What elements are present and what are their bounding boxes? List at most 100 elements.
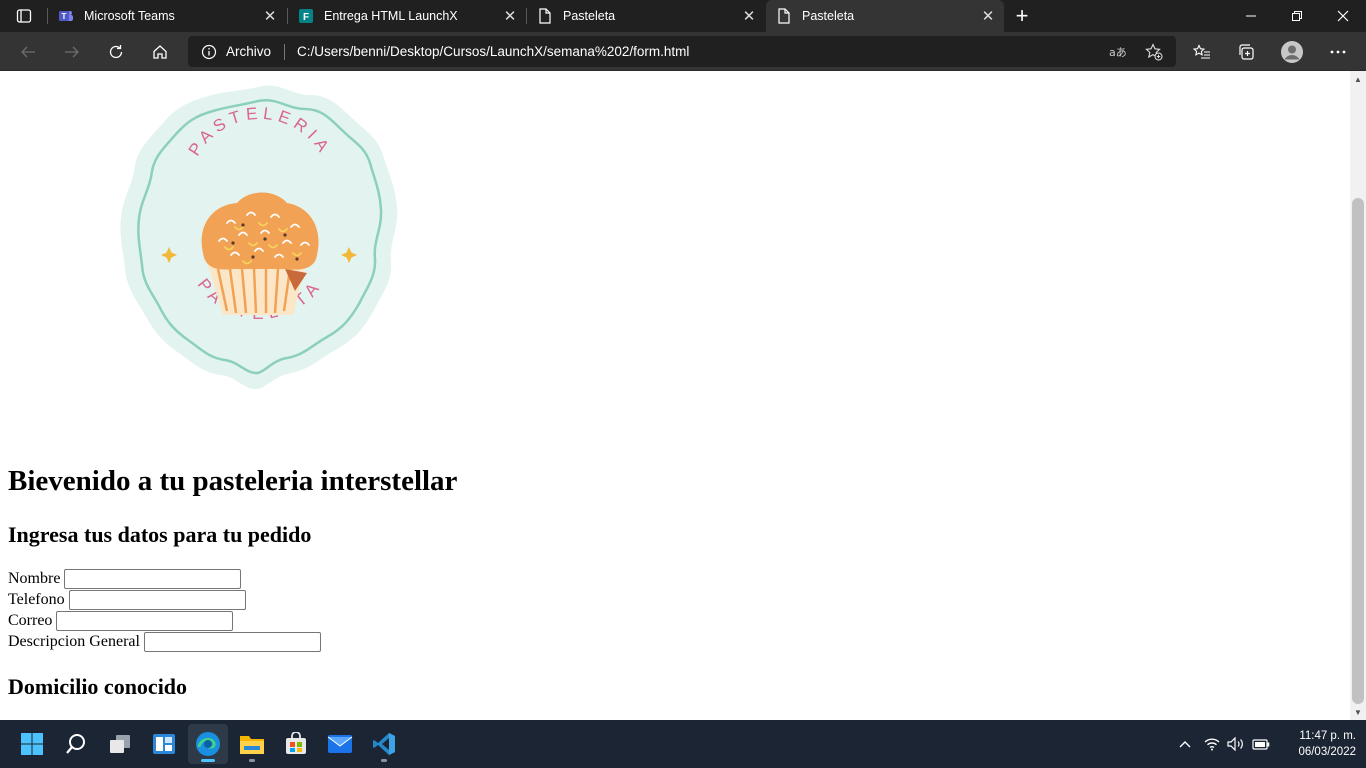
clock-date: 06/03/2022	[1298, 746, 1356, 758]
collections-button[interactable]	[1230, 36, 1262, 68]
home-icon	[153, 45, 167, 59]
more-icon	[1330, 50, 1346, 54]
page-title: Bievenido a tu pasteleria interstellar	[8, 465, 458, 497]
tab-entrega-html-launchx[interactable]: F Entrega HTML LaunchX ✕	[288, 0, 526, 32]
avatar	[1281, 41, 1303, 63]
nombre-input[interactable]	[64, 568, 242, 589]
wifi-button[interactable]	[1202, 720, 1222, 768]
scroll-up-icon[interactable]: ▲	[1350, 71, 1366, 87]
tab-label: Microsoft Teams	[84, 9, 175, 23]
store-icon	[286, 732, 306, 754]
search-button[interactable]	[56, 724, 96, 764]
address-separator	[284, 44, 285, 60]
mail-icon	[327, 735, 353, 753]
close-window-button[interactable]	[1320, 0, 1366, 32]
svg-text:F: F	[303, 12, 309, 23]
form-row-nombre: Nombre	[8, 568, 242, 589]
start-button[interactable]	[12, 724, 52, 764]
page-icon	[537, 8, 553, 24]
back-button[interactable]	[12, 36, 44, 68]
chevron-up-icon	[1179, 741, 1191, 748]
restore-button[interactable]	[1274, 0, 1320, 32]
tab-pasteleta[interactable]: Pasteleta ✕	[527, 0, 765, 32]
volume-icon	[1227, 737, 1243, 751]
address-section-heading: Domicilio conocido	[8, 674, 188, 699]
volume-button[interactable]	[1226, 720, 1246, 768]
taskbar: 11:47 p. m. 06/03/2022	[0, 720, 1366, 768]
form-row-descripcion: Descripcion General	[8, 631, 321, 652]
mail-button[interactable]	[320, 724, 360, 764]
address-bar[interactable]: Archivo C:/Users/benni/Desktop/Cursos/La…	[188, 36, 1176, 67]
form-row-telefono: Telefono	[8, 589, 246, 610]
teams-icon: T	[58, 8, 74, 24]
refresh-icon	[109, 45, 123, 59]
info-icon[interactable]	[200, 43, 218, 61]
forms-icon: F	[298, 8, 314, 24]
minimize-button[interactable]	[1228, 0, 1274, 32]
running-indicator	[249, 759, 255, 762]
field-label: Telefono	[8, 590, 65, 608]
telefono-input[interactable]	[68, 589, 246, 610]
file-explorer-icon	[240, 736, 264, 754]
search-icon	[66, 734, 85, 754]
new-tab-button[interactable]: +	[1008, 2, 1036, 30]
show-hidden-icons-button[interactable]	[1174, 720, 1196, 768]
tab-microsoft-teams[interactable]: T Microsoft Teams ✕	[48, 0, 286, 32]
system-clock[interactable]: 11:47 p. m. 06/03/2022	[1280, 728, 1356, 760]
correo-input[interactable]	[56, 610, 234, 631]
vscode-icon	[373, 733, 395, 755]
close-tab-icon[interactable]: ✕	[976, 4, 1000, 28]
favorites-button[interactable]	[1186, 36, 1218, 68]
security-label[interactable]: Archivo	[226, 44, 271, 59]
field-label: Nombre	[8, 569, 61, 587]
scroll-down-icon[interactable]: ▼	[1350, 704, 1366, 720]
vscode-button[interactable]	[364, 724, 404, 764]
home-button[interactable]	[144, 36, 176, 68]
tab-pasteleta-active[interactable]: Pasteleta ✕	[766, 0, 1004, 32]
favorites-icon	[1193, 44, 1210, 59]
url-text[interactable]: C:/Users/benni/Desktop/Cursos/LaunchX/se…	[297, 44, 689, 59]
read-aloud-icon[interactable]: aあ	[1108, 43, 1128, 61]
battery-button[interactable]	[1250, 720, 1272, 768]
tab-label: Entrega HTML LaunchX	[324, 9, 458, 23]
active-indicator	[201, 759, 215, 762]
task-view-button[interactable]	[100, 724, 140, 764]
page-viewport: PASTELERIA PASTELETA	[0, 71, 1350, 720]
field-label: Descripcion General	[8, 632, 140, 650]
collections-icon	[1239, 44, 1254, 60]
clock-time: 11:47 p. m.	[1299, 730, 1356, 742]
page-scrollbar[interactable]: ▲ ▼	[1350, 71, 1366, 720]
refresh-button[interactable]	[100, 36, 132, 68]
scroll-thumb[interactable]	[1352, 198, 1364, 704]
field-label: Correo	[8, 611, 53, 629]
wifi-icon	[1204, 738, 1220, 751]
add-favorite-icon[interactable]	[1144, 43, 1164, 61]
running-indicator	[381, 759, 387, 762]
edge-taskbar-button[interactable]	[188, 724, 228, 764]
store-button[interactable]	[276, 724, 316, 764]
widgets-icon	[153, 734, 175, 754]
descripcion-input[interactable]	[143, 631, 321, 652]
close-tab-icon[interactable]: ✕	[737, 4, 761, 28]
pasteleta-logo: PASTELERIA PASTELETA	[120, 85, 398, 390]
battery-charging-icon	[1252, 739, 1270, 750]
back-arrow-icon	[21, 46, 35, 58]
profile-button[interactable]	[1276, 36, 1308, 68]
page-icon	[776, 8, 792, 24]
svg-text:aあ: aあ	[1109, 46, 1127, 59]
start-icon	[21, 733, 43, 755]
more-options-button[interactable]	[1322, 36, 1354, 68]
tab-actions-icon[interactable]	[6, 2, 42, 30]
forward-button[interactable]	[56, 36, 88, 68]
close-tab-icon[interactable]: ✕	[498, 4, 522, 28]
form-subtitle: Ingresa tus datos para tu pedido	[8, 522, 312, 547]
tab-bar: T Microsoft Teams ✕ F Entrega HTML Launc…	[0, 0, 1366, 32]
close-tab-icon[interactable]: ✕	[258, 4, 282, 28]
tab-label: Pasteleta	[563, 9, 616, 23]
file-explorer-button[interactable]	[232, 724, 272, 764]
form-row-correo: Correo	[8, 610, 234, 631]
edge-icon	[196, 732, 220, 756]
task-view-icon	[110, 735, 130, 753]
svg-text:T: T	[62, 12, 67, 21]
widgets-button[interactable]	[144, 724, 184, 764]
